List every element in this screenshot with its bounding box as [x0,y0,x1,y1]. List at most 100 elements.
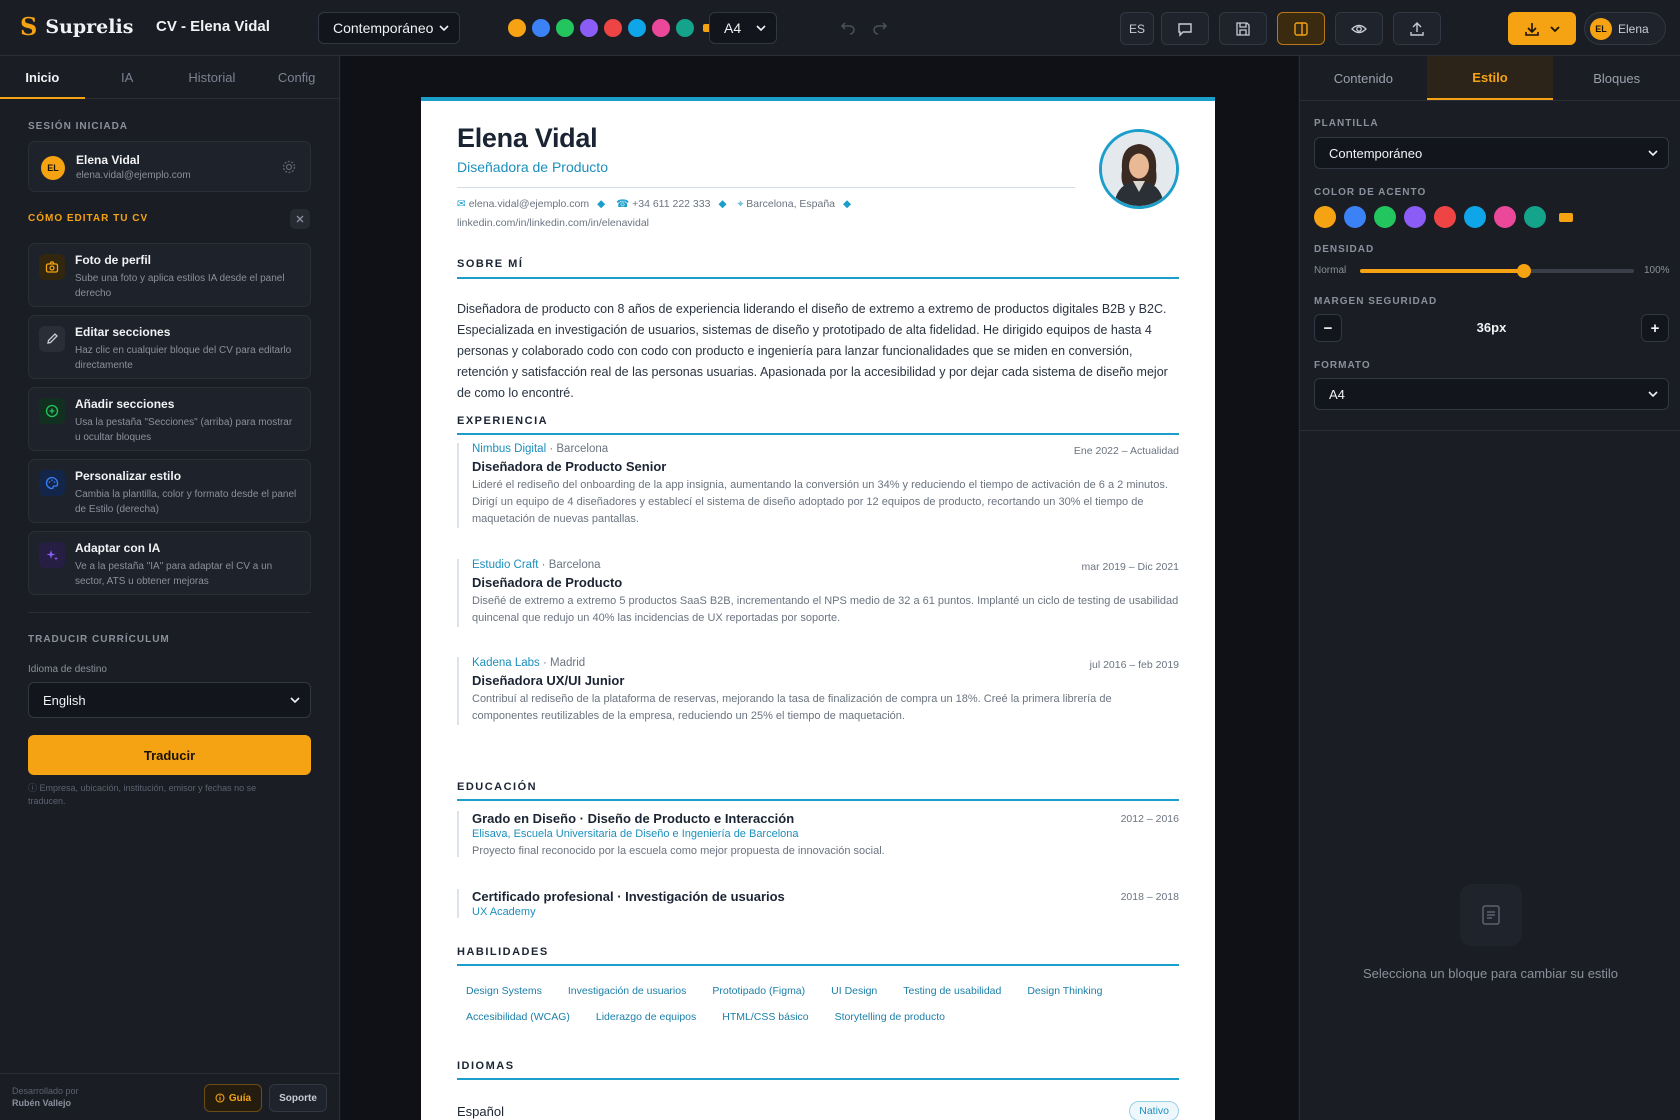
save-button[interactable] [1219,12,1267,45]
howto-tip-card[interactable]: Adaptar con IA Ve a la pestaña "IA" para … [28,531,311,595]
tip-description: Cambia la plantilla, color y formato des… [75,489,297,515]
format-select[interactable]: A4 [1314,378,1669,410]
app-logo[interactable]: S Suprelis [20,14,133,40]
margin-increase-button[interactable]: + [1641,314,1669,342]
separator-dot: ◆ [597,198,606,210]
tab-bloques[interactable]: Bloques [1553,56,1680,100]
accent-color-swatch[interactable] [1524,206,1546,228]
accent-color-swatch[interactable] [676,19,694,37]
job-description: Lideré el rediseño del onboarding de la … [472,479,1168,525]
accent-color-swatch[interactable] [628,19,646,37]
skill-tag: Design Systems [466,985,542,997]
margin-stepper: − 36px + [1314,314,1669,342]
contact-location: Barcelona, España [746,198,836,210]
education-institution: UX Academy [472,906,536,918]
guide-button[interactable]: Guía [204,1084,262,1112]
experience-item[interactable]: Kadena Labs · Madrid jul 2016 – feb 2019… [457,657,1179,725]
cv-name[interactable]: Elena Vidal [457,123,598,154]
accent-color-swatch[interactable] [532,19,550,37]
split-view-button[interactable] [1277,12,1325,45]
about-text[interactable]: Diseñadora de producto con 8 años de exp… [457,299,1181,404]
accent-color-swatch[interactable] [580,19,598,37]
header-divider [457,187,1075,188]
developed-by-label: Desarrollado por [12,1086,79,1096]
howto-heading: CÓMO EDITAR TU CV [28,213,149,224]
accent-color-swatch[interactable] [1464,206,1486,228]
custom-color-swatch[interactable] [1559,212,1573,222]
chevron-down-icon [1648,150,1658,157]
template-select[interactable]: Contemporáneo [318,12,460,44]
target-language-value: English [43,692,86,708]
tab-config[interactable]: Config [254,56,339,98]
job-location-sep: · [546,443,557,455]
gear-icon[interactable] [281,159,297,175]
page-size-select[interactable]: A4 [709,12,777,44]
comments-button[interactable] [1161,12,1209,45]
accent-color-swatch[interactable] [1434,206,1456,228]
accent-color-swatch[interactable] [508,19,526,37]
split-view-icon [1294,21,1308,36]
education-item[interactable]: Certificado profesional · Investigación … [457,889,1179,918]
language-item[interactable]: Español Nativo [457,1101,1179,1120]
support-button[interactable]: Soporte [269,1084,327,1112]
document-icon [1482,905,1500,925]
profile-photo[interactable] [1099,129,1179,209]
document-title[interactable]: CV - Elena Vidal [156,18,270,35]
contact-block[interactable]: ✉ elena.vidal@ejemplo.com ◆ ☎ +34 611 222… [457,195,1017,233]
education-dates: 2012 – 2016 [1120,813,1179,825]
preview-button[interactable] [1335,12,1383,45]
density-max-label: 100% [1644,265,1670,276]
accent-color-swatch[interactable] [556,19,574,37]
language-name: Español [457,1103,504,1119]
user-menu[interactable]: EL Elena [1584,12,1666,45]
education-item[interactable]: Grado en Diseño · Diseño de Producto e I… [457,811,1179,857]
howto-tip-card[interactable]: Personalizar estilo Cambia la plantilla, … [28,459,311,523]
target-language-select[interactable]: English [28,682,311,718]
accent-color-swatch[interactable] [652,19,670,37]
redo-icon[interactable] [872,19,888,35]
education-title: Certificado profesional · Investigación … [472,889,785,904]
skills-list[interactable]: Design Systems Investigación de usuarios P… [457,981,1179,1027]
tab-contenido[interactable]: Contenido [1300,56,1427,100]
density-slider[interactable] [1360,264,1634,278]
accent-color-swatch[interactable] [1404,206,1426,228]
tab-ia[interactable]: IA [85,56,170,98]
cv-page: Elena Vidal Diseñadora de Producto ✉ ele… [421,97,1215,1120]
chevron-down-icon [756,25,766,32]
top-toolbar: S Suprelis CV - Elena Vidal Contemporáne… [0,0,1680,56]
template-style-select[interactable]: Contemporáneo [1314,137,1669,169]
template-label: PLANTILLA [1314,118,1379,129]
close-howto-button[interactable] [290,209,310,229]
page-size-value: A4 [724,20,742,36]
accent-color-swatch[interactable] [1494,206,1516,228]
translate-button[interactable]: Traducir [28,735,311,775]
howto-tip-card[interactable]: Editar secciones Haz clic en cualquier bl… [28,315,311,379]
tab-inicio[interactable]: Inicio [0,56,85,99]
right-tabs: Contenido Estilo Bloques [1300,56,1680,101]
download-button[interactable] [1508,12,1576,45]
accent-color-swatch[interactable] [604,19,622,37]
experience-item[interactable]: Estudio Craft · Barcelona mar 2019 – Dic… [457,559,1179,627]
chevron-down-icon [1550,25,1560,32]
experience-item[interactable]: Nimbus Digital · Barcelona Ene 2022 – Ac… [457,443,1179,528]
sparkle-icon-glyph [46,550,58,561]
cv-role[interactable]: Diseñadora de Producto [457,159,608,175]
tab-historial[interactable]: Historial [170,56,255,98]
education-description: Proyecto final reconocido por la escuela… [472,845,885,857]
accent-color-swatch[interactable] [1314,206,1336,228]
skills-heading: HABILIDADES [457,946,549,958]
developer-name[interactable]: Rubén Vallejo [12,1098,71,1108]
howto-tip-card[interactable]: Foto de perfil Sube una foto y aplica est… [28,243,311,307]
section-rule [457,964,1179,966]
language-button[interactable]: ES [1120,12,1154,45]
upload-button[interactable] [1393,12,1441,45]
chevron-down-icon [1648,391,1658,398]
accent-color-swatch[interactable] [1344,206,1366,228]
tab-estilo[interactable]: Estilo [1426,56,1554,100]
howto-tip-card[interactable]: Añadir secciones Usa la pestaña "Seccione… [28,387,311,451]
tip-title: Adaptar con IA [75,541,161,555]
format-label: FORMATO [1314,360,1371,371]
density-slider-handle[interactable] [1517,264,1532,278]
accent-color-swatch[interactable] [1374,206,1396,228]
undo-icon[interactable] [840,19,856,35]
